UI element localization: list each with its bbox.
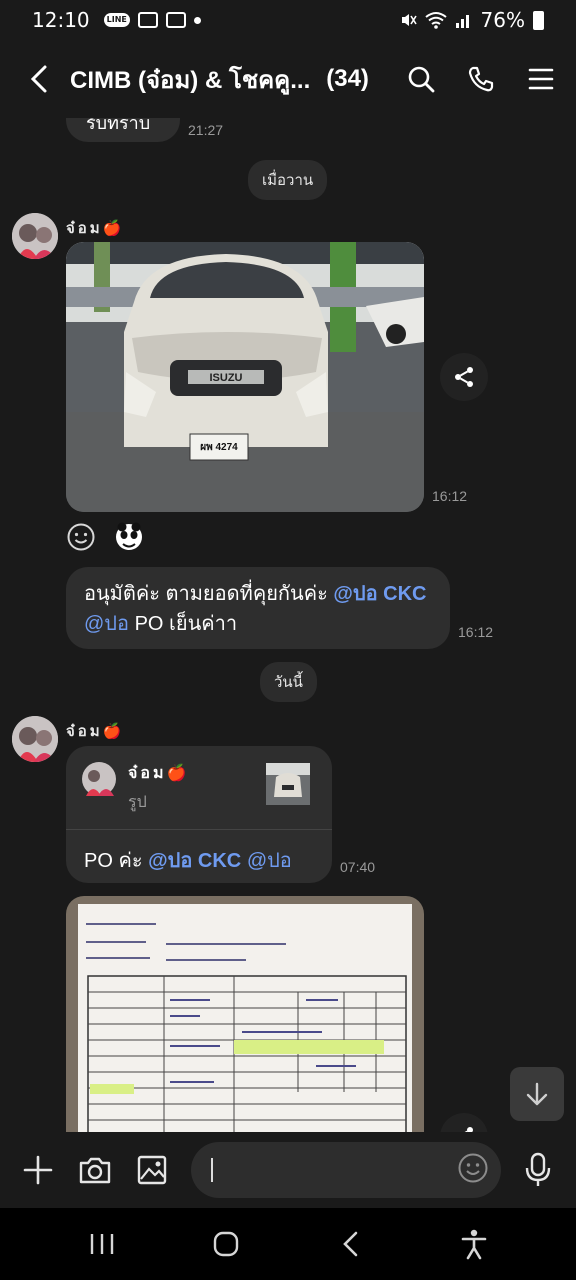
- voice-button[interactable]: [519, 1150, 558, 1190]
- avatar-image: [12, 213, 58, 259]
- message-bubble[interactable]: อนุมัติค่ะ ตามยอดที่คุยกันค่ะ @ปอ CKC @ป…: [66, 567, 450, 649]
- add-reaction-button[interactable]: [66, 522, 96, 552]
- message-text: PO ค่ะ: [84, 850, 143, 872]
- scroll-to-bottom-button[interactable]: [510, 1067, 564, 1121]
- mute-icon: [401, 14, 417, 26]
- voicemail-icon: [137, 12, 158, 28]
- mention-link[interactable]: @ปอ: [84, 613, 129, 635]
- quoted-message[interactable]: จ๋อม🍎 รูป: [66, 746, 332, 830]
- recent-apps-icon: [90, 1234, 114, 1254]
- quoted-type: รูป: [128, 794, 147, 811]
- back-icon: [343, 1231, 358, 1257]
- reaction-sticker[interactable]: [114, 522, 146, 554]
- date-separator: วันนี้: [260, 662, 317, 702]
- date-separator: เมื่อวาน: [248, 160, 328, 200]
- share-button[interactable]: [440, 353, 488, 401]
- message-time: 16:12: [458, 624, 494, 640]
- license-plate-text: ผพ 4274: [200, 442, 238, 453]
- battery-icon: [533, 10, 544, 30]
- plus-icon: [23, 1155, 52, 1185]
- chevron-left-icon: [30, 65, 47, 93]
- sender-name: จ๋อม🍎: [66, 723, 122, 740]
- avatar-image: [12, 716, 58, 762]
- message-input[interactable]: [191, 1142, 501, 1198]
- system-back-button[interactable]: [330, 1224, 370, 1264]
- recent-apps-button[interactable]: [82, 1224, 122, 1264]
- message-input-bar: [0, 1132, 576, 1208]
- avatar[interactable]: [12, 716, 58, 762]
- status-bar: 12:10 LINE 76%: [0, 0, 576, 40]
- quoted-sender: จ๋อม🍎: [128, 765, 187, 782]
- car-photo: ISUZU ผพ 4274: [66, 242, 424, 512]
- more-notifications-icon: [193, 16, 201, 24]
- status-time: 12:10: [32, 8, 90, 32]
- search-icon: [408, 66, 435, 93]
- home-button[interactable]: [206, 1224, 246, 1264]
- image-icon: [137, 1155, 166, 1185]
- emoji-button[interactable]: [457, 1152, 489, 1188]
- back-button[interactable]: [26, 59, 52, 99]
- line-notification-icon: LINE: [103, 13, 130, 27]
- message-text: รับทราบ: [86, 118, 151, 133]
- text-caret: [211, 1158, 214, 1182]
- chat-header: CIMB (จ๋อม) & โชคคู... (34): [0, 40, 576, 118]
- message-time: 16:12: [432, 488, 468, 504]
- gallery-button[interactable]: [132, 1150, 171, 1190]
- signal-icon: [455, 15, 469, 28]
- message-time: 21:27: [188, 122, 224, 138]
- message-time: 07:40: [340, 859, 376, 875]
- hamburger-icon: [528, 68, 554, 90]
- photo-message[interactable]: ISUZU ผพ 4274: [66, 242, 424, 512]
- gallery-notification-icon: [165, 12, 186, 28]
- search-button[interactable]: [406, 64, 436, 94]
- wifi-icon: [424, 12, 447, 29]
- add-button[interactable]: [18, 1150, 57, 1190]
- share-icon: [455, 367, 473, 387]
- message-text: อนุมัติค่ะ ตามยอดที่คุยกันค่ะ: [84, 583, 328, 605]
- share-icon: [464, 1127, 473, 1132]
- menu-button[interactable]: [526, 64, 556, 94]
- microphone-icon: [526, 1152, 551, 1186]
- camera-icon: [79, 1157, 110, 1184]
- mention-link[interactable]: @ปอ CKC: [148, 850, 241, 872]
- avatar[interactable]: [12, 213, 58, 259]
- phone-icon: [468, 66, 494, 92]
- home-icon: [213, 1231, 239, 1257]
- camera-button[interactable]: [75, 1150, 114, 1190]
- system-nav-bar: [0, 1208, 576, 1280]
- accessibility-button[interactable]: [454, 1224, 494, 1264]
- mention-link[interactable]: @ปอ CKC: [333, 583, 426, 605]
- emoji-icon: [67, 523, 95, 551]
- mention-link[interactable]: @ปอ: [247, 850, 292, 872]
- share-button[interactable]: [440, 1113, 488, 1132]
- arrow-down-icon: [526, 1082, 548, 1106]
- chat-title[interactable]: CIMB (จ๋อม) & โชคคู...: [70, 60, 310, 99]
- photo-message[interactable]: [66, 896, 424, 1132]
- battery-percentage: 76%: [480, 8, 525, 32]
- car-brand-text: ISUZU: [210, 372, 243, 384]
- accessibility-icon: [461, 1229, 487, 1260]
- document-photo: [66, 896, 424, 1132]
- reply-message-bubble[interactable]: จ๋อม🍎 รูป PO ค่ะ @ปอ CKC @ปอ: [66, 746, 332, 883]
- quoted-avatar: [82, 762, 116, 796]
- emoji-icon: [458, 1153, 488, 1183]
- panda-icon: [116, 522, 142, 550]
- sender-name: จ๋อม🍎: [66, 220, 122, 237]
- quoted-thumbnail: [266, 763, 310, 805]
- message-text: PO เย็นค่าา: [134, 613, 238, 635]
- call-button[interactable]: [466, 64, 496, 94]
- chat-area[interactable]: รับทราบ 21:27 เมื่อวาน จ๋อม🍎 ISUZU ผพ 42…: [0, 118, 576, 1132]
- message-bubble[interactable]: รับทราบ: [66, 118, 180, 142]
- member-count: (34): [326, 65, 369, 92]
